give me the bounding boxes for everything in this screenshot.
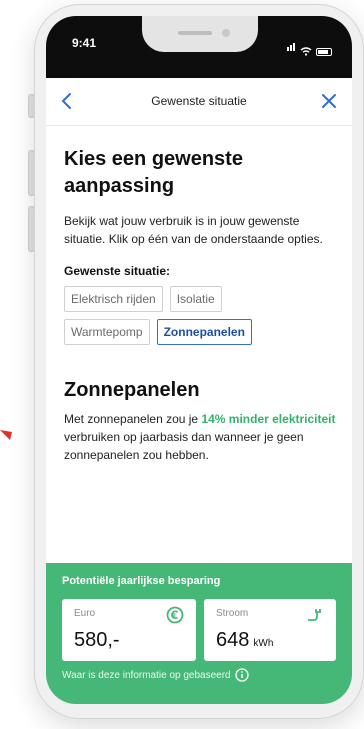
option-warmtepomp[interactable]: Warmtepomp [64, 319, 150, 345]
option-isolatie[interactable]: Isolatie [169, 286, 222, 312]
info-link[interactable]: Waar is deze informatie op gebaseerd [62, 668, 249, 682]
speaker-icon [178, 31, 212, 35]
red-arrow-mark [0, 430, 12, 440]
battery-icon [316, 48, 332, 56]
detail-text-before: Met zonnepanelen zou je [64, 412, 202, 426]
savings-panel: Potentiële jaarlijkse besparing Euro 580… [46, 563, 352, 704]
euro-value: 580,- [74, 629, 120, 651]
status-icons [287, 38, 332, 56]
detail-text: Met zonnepanelen zou je 14% minder elekt… [64, 410, 336, 464]
savings-title: Potentiële jaarlijkse besparing [62, 575, 221, 587]
info-link-text: Waar is deze informatie op gebaseerd [62, 669, 231, 681]
euro-label: Euro [74, 608, 96, 619]
situation-options: Elektrisch rijden Isolatie Warmtepomp Zo… [64, 286, 314, 345]
option-elektrisch-rijden[interactable]: Elektrisch rijden [64, 286, 163, 312]
nav-bar: Gewenste situatie [46, 78, 352, 126]
plug-icon [308, 609, 321, 621]
main-content: Kies een gewenste aanpassing Bekijk wat … [64, 146, 338, 464]
energy-label: Stroom [216, 608, 249, 619]
situation-label: Gewenste situatie: [64, 264, 171, 278]
phone-screen: 9:41 Gewenste situatie Kies een gewenste… [46, 16, 352, 704]
info-icon [234, 668, 249, 682]
intro-text: Bekijk wat jouw verbruik is in jouw gewe… [64, 214, 323, 246]
euro-card: Euro 580,- [62, 599, 196, 661]
euro-icon [166, 606, 184, 624]
phone-notch [142, 16, 258, 52]
energy-value-row: 648 kWh [216, 629, 273, 652]
energy-value: 648 [216, 629, 250, 651]
wifi-icon [300, 47, 312, 56]
status-bar: 9:41 [46, 16, 352, 78]
detail-heading: Zonnepanelen [64, 379, 200, 401]
page-heading: Kies een gewenste aanpassing [64, 148, 243, 197]
status-time: 9:41 [72, 36, 97, 50]
detail-highlight: 14% minder elektriciteit [201, 412, 336, 426]
option-zonnepanelen[interactable]: Zonnepanelen [156, 319, 252, 345]
camera-icon [222, 29, 230, 37]
energy-card: Stroom 648 kWh [204, 599, 336, 661]
close-icon[interactable] [316, 88, 342, 114]
signal-icon [287, 38, 296, 56]
nav-title: Gewenste situatie [151, 94, 247, 108]
energy-unit: kWh [253, 638, 274, 649]
detail-text-after: verbruiken op jaarbasis dan wanneer je g… [64, 430, 304, 462]
